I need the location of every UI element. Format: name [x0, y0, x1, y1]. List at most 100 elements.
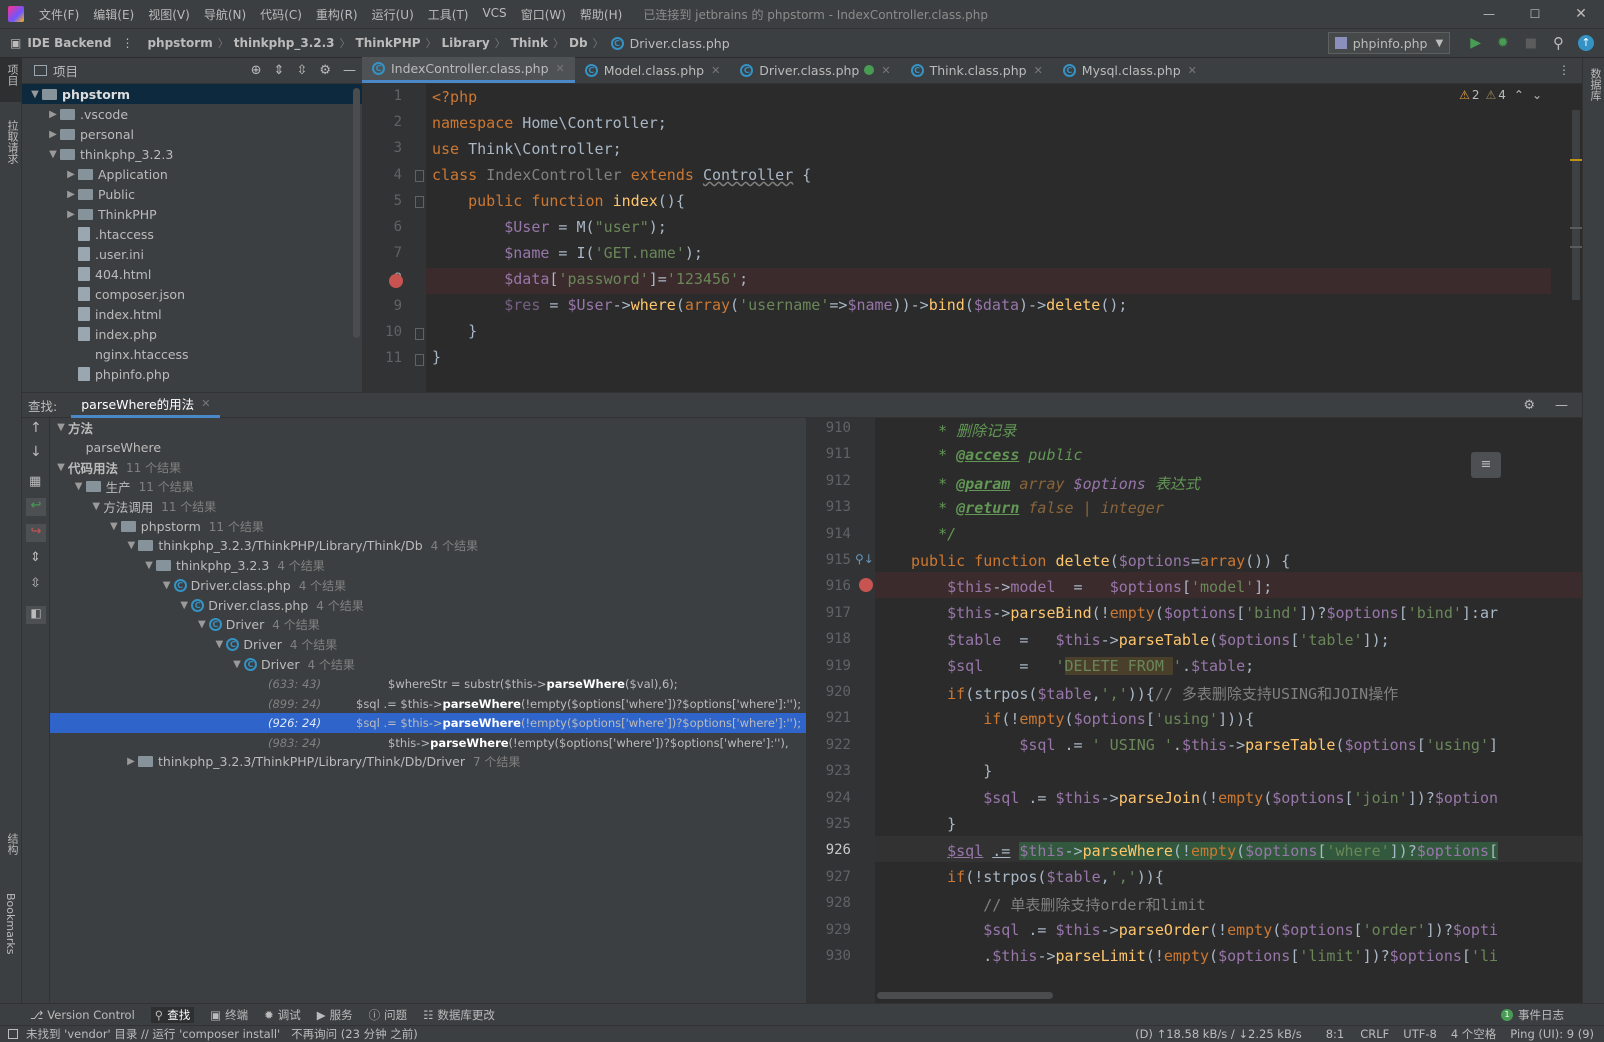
close-icon[interactable]: ✕ — [711, 64, 720, 77]
tool-window-debug[interactable]: ✹ 调试 — [264, 1007, 301, 1023]
debug-icon[interactable]: ✹ — [1497, 35, 1509, 51]
gear-icon[interactable]: ⚙ — [319, 63, 331, 78]
menu-item[interactable]: 导航(N) — [197, 6, 253, 23]
menu-item[interactable]: VCS — [475, 6, 513, 23]
menu-item[interactable]: 视图(V) — [141, 6, 197, 23]
chevron-down-icon[interactable]: ▼ — [46, 149, 60, 160]
exclude-icon[interactable]: ↪ — [26, 524, 46, 542]
project-tree-item[interactable]: composer.json — [22, 284, 362, 304]
chevron-down-icon[interactable]: ▼ — [107, 521, 121, 532]
breadcrumb-item[interactable]: Think — [511, 36, 548, 50]
editor-tab[interactable]: C Driver.class.php ✕ — [730, 57, 900, 83]
tree-node[interactable]: ▼ 生产 11 个结果 — [50, 477, 806, 497]
project-tree-item[interactable]: ▶ Application — [22, 164, 362, 184]
project-tree-item[interactable]: 404.html — [22, 264, 362, 284]
status-toggle-icon[interactable] — [8, 1029, 18, 1039]
tool-window-services[interactable]: ▶ 服务 — [317, 1007, 353, 1023]
maximize-button[interactable]: ☐ — [1512, 7, 1558, 21]
project-tree-item[interactable]: ▼ phpstorm — [22, 84, 362, 104]
code-editor[interactable]: 1234567891011 <?php namespace Home\Contr… — [362, 84, 1582, 392]
project-tree-item[interactable]: index.php — [22, 324, 362, 344]
breadcrumb-file[interactable]: Driver.class.php — [630, 36, 730, 51]
chevron-down-icon[interactable]: ▼ — [54, 422, 68, 433]
usage-row[interactable]: (926: 24) $sql .= $this->parseWhere(!empt… — [50, 713, 806, 734]
tool-window-terminal[interactable]: ▣ 终端 — [210, 1007, 248, 1023]
tool-window-version-control[interactable]: ⎇ Version Control — [30, 1008, 135, 1022]
update-icon[interactable]: ↑ — [1578, 35, 1594, 51]
tool-window-find[interactable]: ⚲ 查找 — [150, 1006, 195, 1023]
chevron-down-icon[interactable]: ▼ — [177, 600, 191, 611]
project-tree-item[interactable]: .user.ini — [22, 244, 362, 264]
project-panel-title[interactable]: 项目 — [53, 61, 78, 80]
structure-tool-label[interactable]: 结构 — [4, 833, 20, 855]
menu-item[interactable]: 重构(R) — [309, 6, 365, 23]
breadcrumb-item[interactable]: Library — [442, 36, 490, 50]
line-separator[interactable]: CRLF — [1360, 1027, 1389, 1041]
tree-node[interactable]: ▼ C Driver 4 个结果 — [50, 615, 806, 635]
fold-icon[interactable] — [415, 328, 424, 340]
chevron-down-icon[interactable]: ▼ — [160, 580, 174, 591]
editor-scrollbar[interactable] — [1572, 110, 1580, 300]
close-icon[interactable]: ✕ — [1188, 64, 1197, 77]
hide-icon[interactable]: — — [1555, 398, 1568, 413]
previous-occurrence-icon[interactable]: ↑ — [30, 420, 42, 436]
project-tree-item[interactable]: index.html — [22, 304, 362, 324]
collapse-all-icon[interactable]: ⇳ — [296, 63, 307, 78]
chevron-down-icon[interactable]: ▼ — [124, 540, 138, 551]
chevron-down-icon[interactable]: ▼ — [72, 481, 86, 492]
project-tree-item[interactable]: nginx.htaccess — [22, 344, 362, 364]
chevron-down-icon[interactable]: ▼ — [54, 462, 68, 473]
chevron-down-icon[interactable]: ▼ — [230, 659, 244, 670]
menu-item[interactable]: 帮助(H) — [573, 6, 629, 23]
tree-node[interactable]: ▼ C Driver.class.php 4 个结果 — [50, 576, 806, 596]
tree-node[interactable]: ▼ 代码用法 11 个结果 — [50, 457, 806, 477]
close-icon[interactable]: ✕ — [881, 64, 890, 77]
menu-item[interactable]: 代码(C) — [253, 6, 309, 23]
editor-tab[interactable]: C Think.class.php ✕ — [901, 57, 1053, 83]
breadcrumb-item[interactable]: phpstorm — [147, 36, 212, 50]
chevron-down-icon[interactable]: ▼ — [212, 639, 226, 650]
preview-icon[interactable]: ◧ — [26, 606, 46, 624]
tree-node[interactable]: ▶ thinkphp_3.2.3/ThinkPHP/Library/Think/… — [50, 752, 806, 772]
menu-item[interactable]: 窗口(W) — [514, 6, 573, 23]
close-window-button[interactable]: ✕ — [1558, 6, 1604, 22]
minimize-button[interactable]: — — [1466, 7, 1512, 21]
usage-row[interactable]: (899: 24) $sql .= $this->parseWhere(!empt… — [50, 694, 806, 714]
find-tab[interactable]: parseWhere的用法 ✕ — [71, 392, 221, 418]
horizontal-scrollbar[interactable] — [877, 992, 1053, 999]
bookmarks-tool-label[interactable]: Bookmarks — [4, 893, 17, 954]
group-icon[interactable]: ▦ — [29, 474, 41, 489]
usage-row[interactable]: (633: 43) $whereStr = substr($this->parse… — [50, 674, 806, 694]
tool-window-problems[interactable]: ⓘ 问题 — [369, 1007, 408, 1023]
close-icon[interactable]: ✕ — [1034, 64, 1043, 77]
next-icon[interactable]: ⌄ — [1532, 88, 1542, 102]
close-icon[interactable]: ✕ — [201, 397, 210, 410]
tool-window-db-changes[interactable]: ☷ 数据库更改 — [423, 1007, 495, 1023]
breakpoint-icon[interactable] — [389, 274, 403, 288]
project-tree-item[interactable]: ▶ personal — [22, 124, 362, 144]
ide-backend-label[interactable]: IDE Backend — [27, 36, 111, 50]
more-icon[interactable]: ⋮ — [121, 36, 133, 50]
breadcrumb-item[interactable]: ThinkPHP — [356, 36, 421, 50]
breakpoint-icon[interactable] — [859, 578, 873, 592]
chevron-down-icon[interactable]: ▼ — [89, 501, 103, 512]
locate-icon[interactable]: ⊕ — [251, 63, 262, 78]
breadcrumb-item[interactable]: thinkphp_3.2.3 — [234, 36, 335, 50]
menu-item[interactable]: 文件(F) — [32, 6, 86, 23]
database-tool-label[interactable]: 数据库 — [1587, 68, 1603, 101]
chevron-right-icon[interactable]: ▶ — [64, 169, 78, 180]
usage-row[interactable]: (983: 24) $this->parseWhere(!empty($optio… — [50, 733, 806, 753]
search-everywhere-icon[interactable]: ⚲ — [1553, 34, 1564, 52]
tree-node[interactable]: ▼ thinkphp_3.2.3 4 个结果 — [50, 556, 806, 576]
tree-node[interactable]: ▼ phpstorm 11 个结果 — [50, 516, 806, 536]
tree-node[interactable]: ▼ thinkphp_3.2.3/ThinkPHP/Library/Think/D… — [50, 536, 806, 556]
stop-icon[interactable]: ■ — [1525, 36, 1537, 51]
chevron-right-icon[interactable]: ▶ — [64, 189, 78, 200]
collapse-all-icon[interactable]: ⇳ — [30, 576, 41, 591]
expand-all-icon[interactable]: ⇕ — [30, 550, 41, 565]
fold-icon[interactable] — [415, 354, 424, 366]
next-occurrence-icon[interactable]: ↓ — [30, 444, 42, 460]
merge-icon[interactable]: ↩ — [26, 498, 46, 516]
editor-tab[interactable]: C Model.class.php ✕ — [575, 57, 731, 83]
inspection-widget[interactable]: ⚠ 2 ⚠ 4 ⌃ ⌄ — [1459, 88, 1542, 102]
